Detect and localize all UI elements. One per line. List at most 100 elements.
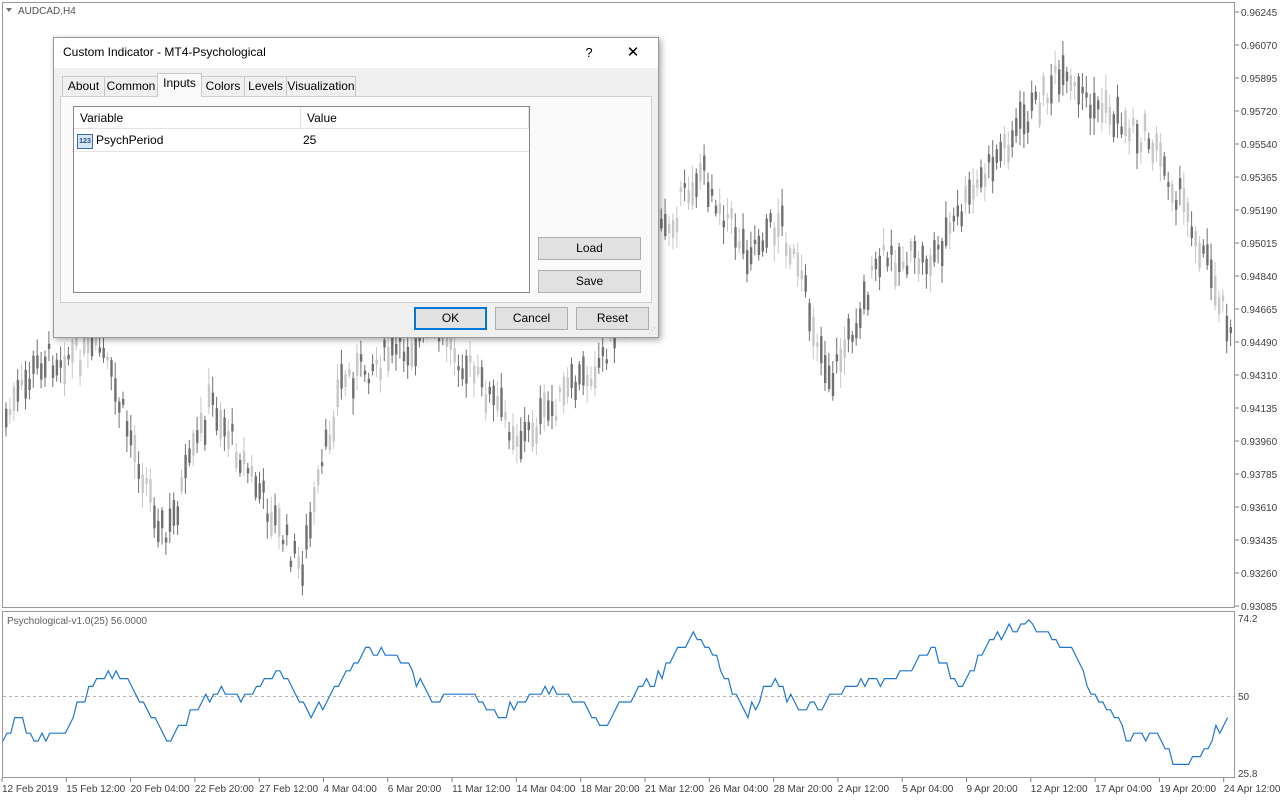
candle-body [734, 227, 737, 248]
candle-body [956, 205, 959, 217]
indicator-window-frame [2, 611, 1235, 778]
candle-body [1139, 142, 1143, 153]
cancel-button[interactable]: Cancel [495, 307, 568, 330]
table-row-value[interactable]: 25 [303, 130, 523, 151]
candle-body [500, 387, 503, 417]
price-tick-label: 0.95720 [1241, 107, 1278, 118]
table-row-variable[interactable]: PsychPeriod [96, 130, 296, 151]
candle-body [1007, 145, 1010, 163]
candle-body [671, 220, 675, 239]
candle-body [1202, 245, 1205, 254]
candle-body [1124, 110, 1127, 137]
candle-body [125, 421, 129, 437]
candle-body [488, 387, 491, 395]
candle-body [508, 432, 511, 441]
candle-body [812, 317, 815, 347]
price-tick-label: 0.93435 [1241, 536, 1278, 547]
price-tick-label: 0.94840 [1241, 272, 1278, 283]
candle-body [948, 221, 952, 235]
price-tick-label: 0.96070 [1241, 41, 1278, 52]
candle-body [835, 354, 839, 362]
column-header-value[interactable]: Value [301, 107, 529, 129]
candle-body [211, 392, 215, 405]
ok-button[interactable]: OK [414, 307, 487, 330]
candle-body [133, 434, 137, 463]
candle-body [917, 258, 920, 275]
candle-body [898, 246, 901, 273]
price-tick-label: 0.95895 [1241, 74, 1278, 85]
candle-body [266, 513, 269, 522]
candle-body [987, 154, 991, 163]
candle-body [36, 355, 39, 369]
candle-body [200, 412, 203, 434]
candle-body [1190, 226, 1193, 239]
candle-body [749, 247, 753, 265]
candle-body [551, 401, 554, 416]
row-divider [74, 151, 529, 152]
candle-body [843, 339, 846, 359]
candle-body [1182, 187, 1186, 212]
candle-body [902, 261, 905, 269]
candle-body [153, 505, 156, 529]
candle-body [1058, 69, 1061, 95]
candle-body [597, 357, 601, 368]
candle-body [367, 378, 371, 384]
tab-inputs[interactable]: Inputs [157, 73, 202, 97]
candle-body [149, 479, 152, 503]
date-tick-label: 19 Apr 20:00 [1159, 784, 1216, 795]
candle-body [824, 355, 827, 384]
candle-body [777, 213, 780, 238]
save-button[interactable]: Save [538, 270, 641, 293]
close-button[interactable]: ✕ [618, 42, 648, 64]
candle-body [929, 255, 932, 276]
candle-body [882, 244, 885, 251]
candle-body [344, 374, 347, 388]
candle-body [554, 415, 558, 421]
candle-body [188, 448, 191, 463]
tab-levels[interactable]: Levels [244, 76, 287, 96]
candle-body [1214, 275, 1217, 306]
candle-body [1112, 114, 1115, 138]
date-tick-label: 26 Mar 04:00 [709, 784, 768, 795]
dialog-titlebar[interactable]: Custom Indicator - MT4-Psychological ? ✕ [54, 38, 658, 68]
candle-body [1073, 82, 1076, 87]
candle-body [601, 347, 605, 357]
candle-body [859, 308, 862, 328]
candle-body [219, 409, 222, 439]
inputs-table[interactable]: Variable Value 123 PsychPeriod 25 [73, 106, 530, 293]
candle-body [941, 241, 944, 266]
candle-body [137, 464, 140, 479]
column-header-variable[interactable]: Variable [74, 107, 301, 129]
tab-about[interactable]: About [62, 76, 105, 96]
candle-body [991, 156, 995, 182]
tab-colors[interactable]: Colors [201, 76, 245, 96]
candle-body [1116, 96, 1119, 124]
symbol-dropdown-icon[interactable] [6, 8, 12, 12]
candle-body [1194, 231, 1197, 247]
tab-common[interactable]: Common [104, 76, 158, 96]
candle-body [20, 379, 23, 386]
candle-body [847, 318, 850, 340]
help-button[interactable]: ? [574, 42, 604, 64]
candle-body [129, 430, 133, 446]
candle-body [683, 183, 686, 188]
candle-body [1034, 91, 1037, 100]
candle-body [726, 213, 729, 219]
candle-body [281, 539, 285, 545]
candle-body [375, 359, 378, 365]
candle-body [1085, 92, 1088, 98]
candle-body [1132, 118, 1135, 126]
date-tick-label: 4 Mar 04:00 [324, 784, 378, 795]
candle-body [410, 343, 413, 367]
tab-visualization[interactable]: Visualization [286, 76, 356, 96]
candle-body [1019, 101, 1022, 129]
candle-body [12, 386, 16, 412]
candle-body [168, 508, 172, 532]
candle-body [718, 203, 722, 215]
candle-body [800, 270, 803, 280]
candle-body [274, 505, 277, 526]
load-button[interactable]: Load [538, 237, 641, 260]
reset-button[interactable]: Reset [576, 307, 649, 330]
resize-grip-icon[interactable]: ⋰ [648, 327, 656, 335]
candle-body [293, 541, 296, 554]
